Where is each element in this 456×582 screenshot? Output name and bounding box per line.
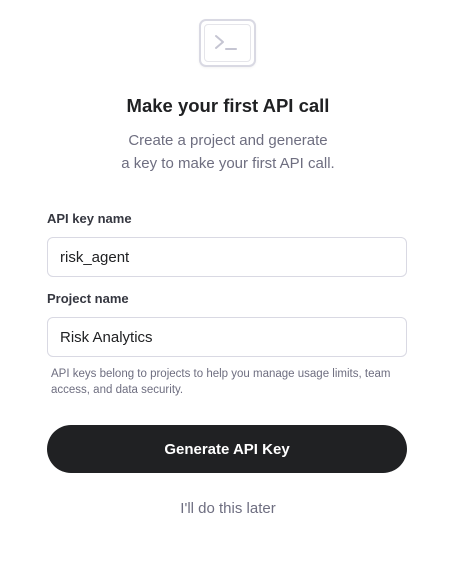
terminal-prompt-glyph	[215, 35, 237, 50]
api-key-name-input[interactable]	[47, 237, 407, 277]
subtitle-line-2: a key to make your first API call.	[121, 155, 335, 172]
api-key-help-text: API keys belong to projects to help you …	[51, 368, 391, 396]
page-title: Make your first API call	[126, 95, 330, 116]
do-this-later-link[interactable]: I'll do this later	[0, 500, 456, 517]
project-name-label: Project name	[47, 291, 129, 306]
subtitle-line-1: Create a project and generate	[128, 132, 328, 149]
terminal-icon	[199, 19, 256, 67]
onboarding-dialog: Make your first API call Create a projec…	[0, 0, 456, 582]
api-key-name-label: API key name	[47, 211, 132, 226]
project-name-input[interactable]	[47, 317, 407, 357]
generate-api-key-button[interactable]: Generate API Key	[47, 425, 407, 473]
